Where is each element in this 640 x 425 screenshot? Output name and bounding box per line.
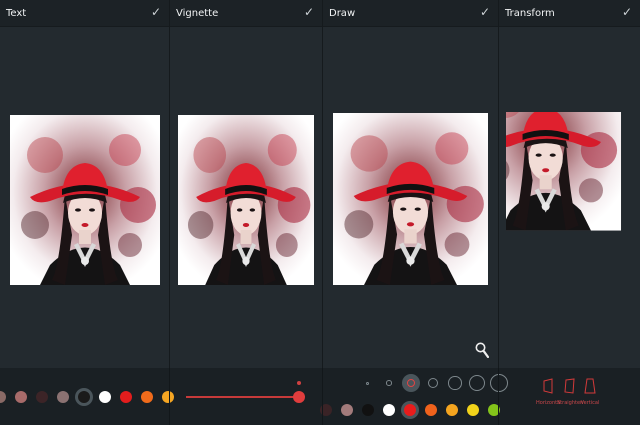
transform-panel-header: Transform ✓ [499,0,640,27]
text-color-swatch[interactable] [99,391,111,403]
transform-panel-title: Transform [505,8,555,19]
text-color-swatch[interactable] [141,391,153,403]
transform-apply-check-icon[interactable]: ✓ [622,5,632,19]
text-color-swatch[interactable] [162,391,174,403]
brush-size-option[interactable] [365,381,369,385]
draw-panel-title: Draw [329,8,356,19]
brush-size-option[interactable] [448,376,462,390]
draw-color-swatch[interactable] [404,404,416,416]
draw-panel-header: Draw ✓ [323,0,498,27]
transform-panel: Transform ✓ [499,0,640,368]
brush-size-option[interactable] [427,377,439,389]
draw-color-swatch[interactable] [341,404,353,416]
draw-panel: Draw ✓ [323,0,498,368]
draw-color-swatch[interactable] [467,404,479,416]
draw-canvas-image[interactable] [333,113,488,285]
draw-color-swatch[interactable] [362,404,374,416]
vignette-apply-check-icon[interactable]: ✓ [304,5,314,19]
text-color-swatch[interactable] [120,391,132,403]
magnifier-icon[interactable] [475,342,490,362]
text-apply-check-icon[interactable]: ✓ [151,5,161,19]
draw-color-swatch[interactable] [425,404,437,416]
vignette-slider-thumb[interactable] [293,391,305,403]
text-color-swatch[interactable] [36,391,48,403]
transform-preview-image [506,112,633,284]
draw-color-swatch[interactable] [383,404,395,416]
transform-tool-label: Vertical [580,400,600,406]
bottom-toolbar: Horizontal Straighten Vertical [0,368,640,425]
text-panel-header: Text ✓ [0,0,169,27]
text-color-swatch[interactable] [78,391,90,403]
vignette-slider-max-marker [297,381,301,385]
brush-size-option[interactable] [386,380,392,386]
vignette-panel: Vignette ✓ [170,0,322,368]
text-color-swatch[interactable] [57,391,69,403]
text-panel-title: Text [6,8,27,19]
text-panel: Text ✓ [0,0,169,368]
brush-size-option[interactable] [469,375,485,391]
vignette-preview-image [178,115,314,285]
transform-tool-vertical[interactable]: Vertical [578,378,602,406]
vignette-panel-title: Vignette [176,8,219,19]
text-color-swatch[interactable] [0,391,6,403]
vignette-slider-track[interactable] [186,396,299,398]
draw-apply-check-icon[interactable]: ✓ [480,5,490,19]
vignette-panel-header: Vignette ✓ [170,0,322,27]
text-color-swatch[interactable] [15,391,27,403]
draw-color-swatch[interactable] [446,404,458,416]
vertical-perspective-icon [578,378,602,398]
text-preview-image [10,115,160,285]
